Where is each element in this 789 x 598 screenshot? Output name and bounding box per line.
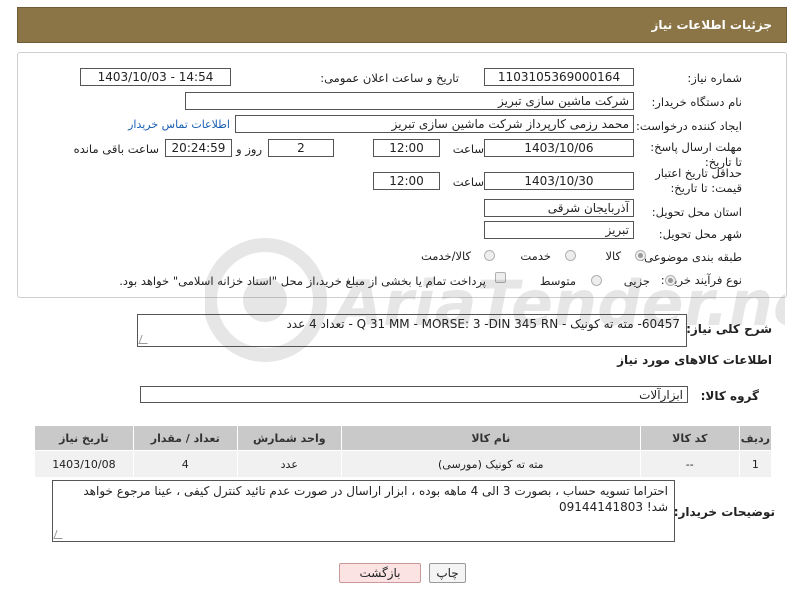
resize-handle-icon[interactable] (138, 335, 151, 344)
price-validity-date-field[interactable]: 1403/10/30 (484, 172, 634, 190)
buyer-notes-text: احتراما تسویه حساب ، بصورت 3 الی 4 ماهه … (83, 484, 668, 514)
treasury-payment-note: پرداخت تمام یا بخشی از مبلغ خرید،از محل … (119, 274, 486, 288)
cell-item-name: مته ته کونیک (مورسی) (340, 450, 641, 478)
category-label: طبقه بندی موضوعی: (640, 250, 742, 264)
process-radio-minor[interactable] (665, 275, 676, 286)
deadline-time-field[interactable]: 12:00 (373, 139, 440, 157)
cell-unit: عدد (236, 450, 342, 478)
buyer-org-field[interactable]: شرکت ماشین سازی تبریز (185, 92, 634, 110)
goods-info-title: اطلاعات کالاهای مورد نیاز (617, 353, 772, 367)
cell-need-date: 1403/10/08 (34, 450, 134, 478)
price-validity-time-label: ساعت (452, 175, 484, 189)
description-text: 60457- مته ته کونیک - Q 31 MM - MORSE: 3… (286, 317, 680, 331)
requester-label: ایجاد کننده درخواست: (636, 119, 742, 133)
table-header-row: ردیف کد کالا نام کالا واحد شمارش تعداد /… (34, 425, 773, 451)
description-field[interactable]: 60457- مته ته کونیک - Q 31 MM - MORSE: 3… (137, 314, 687, 347)
days-remaining-field[interactable]: 2 (268, 139, 334, 157)
deadline-time-label: ساعت (452, 142, 484, 156)
announce-datetime-field[interactable]: 1403/10/03 - 14:54 (80, 68, 231, 86)
province-field[interactable]: آذربایجان شرقی (484, 199, 634, 217)
category-radio-service[interactable] (565, 250, 576, 261)
col-quantity: تعداد / مقدار (132, 425, 238, 451)
need-number-field[interactable]: 1103105369000164 (484, 68, 634, 86)
province-label: استان محل تحویل: (651, 205, 742, 219)
category-option-service: خدمت (520, 249, 551, 263)
col-item-code: کد کالا (639, 425, 740, 451)
col-need-date: تاریخ نیاز (34, 425, 134, 451)
buyer-notes-field[interactable]: احتراما تسویه حساب ، بصورت 3 الی 4 ماهه … (52, 480, 675, 542)
description-label: شرح کلی نیاز: (686, 322, 772, 336)
table-row[interactable]: 1 -- مته ته کونیک (مورسی) عدد 4 1403/10/… (34, 450, 773, 478)
goods-group-label: گروه کالا: (700, 389, 759, 403)
col-unit: واحد شمارش (236, 425, 342, 451)
category-option-goods: کالا (605, 249, 621, 263)
process-radio-medium[interactable] (591, 275, 602, 286)
cell-quantity: 4 (132, 450, 238, 478)
requester-field[interactable]: محمد رزمی کارپرداز شرکت ماشین سازی تبریز (235, 115, 634, 133)
treasury-payment-checkbox[interactable] (495, 272, 506, 283)
deadline-date-field[interactable]: 1403/10/06 (484, 139, 634, 157)
cell-item-code: -- (639, 450, 740, 478)
category-radio-goods-service[interactable] (484, 250, 495, 261)
page-header: جزئیات اطلاعات نیاز (17, 7, 787, 43)
buyer-notes-label: توضیحات خریدار: (673, 505, 775, 519)
process-option-minor: جزیی (623, 274, 650, 288)
price-validity-time-field[interactable]: 12:00 (373, 172, 440, 190)
category-radio-goods[interactable] (635, 250, 646, 261)
process-option-medium: متوسط (539, 274, 576, 288)
announce-label: تاریخ و ساعت اعلان عمومی: (320, 71, 459, 85)
page-title: جزئیات اطلاعات نیاز (651, 18, 772, 32)
col-row-number: ردیف (738, 425, 773, 451)
category-option-goods-service: کالا/خدمت (420, 249, 471, 263)
items-table: ردیف کد کالا نام کالا واحد شمارش تعداد /… (34, 425, 773, 478)
buyer-org-label: نام دستگاه خریدار: (651, 95, 742, 109)
city-label: شهر محل تحویل: (658, 227, 742, 241)
days-label: روز و (236, 142, 262, 156)
col-item-name: نام کالا (340, 425, 641, 451)
cell-row-number: 1 (738, 450, 773, 478)
need-number-label: شماره نیاز: (687, 71, 742, 85)
price-validity-label: حداقل تاریخ اعتبار قیمت: تا تاریخ: (655, 166, 742, 195)
resize-handle-icon[interactable] (53, 530, 66, 539)
back-button[interactable]: بازگشت (339, 563, 421, 583)
remaining-label: ساعت باقی مانده (73, 142, 159, 156)
buyer-contact-link[interactable]: اطلاعات تماس خریدار (128, 118, 230, 131)
print-button[interactable]: چاپ (429, 563, 466, 583)
remaining-time-field[interactable]: 20:24:59 (165, 139, 232, 157)
city-field[interactable]: تبریز (484, 221, 634, 239)
goods-group-field[interactable]: ابزارآلات (140, 386, 688, 403)
